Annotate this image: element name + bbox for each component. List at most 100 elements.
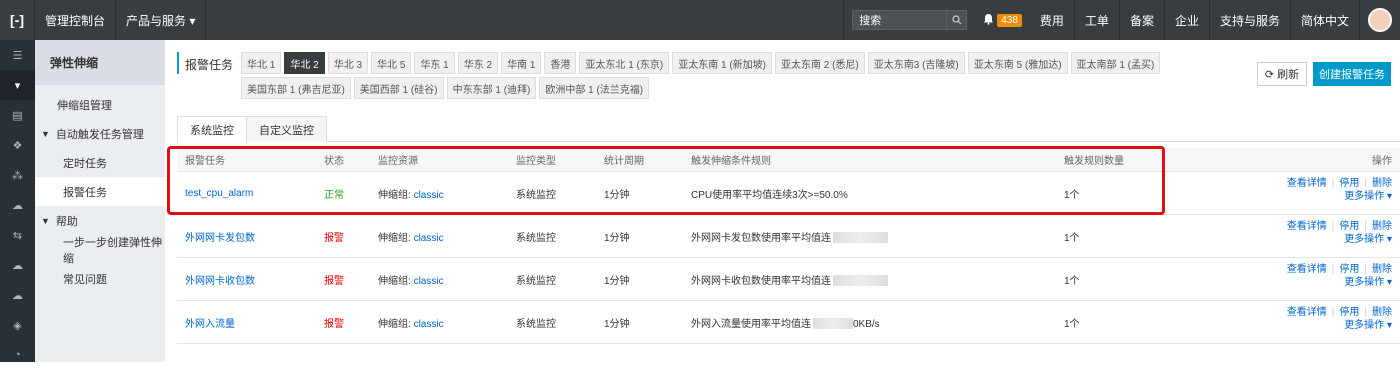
collapse-icon[interactable]: ▾	[0, 70, 35, 100]
stat-period: 1分钟	[604, 189, 630, 201]
avatar[interactable]	[1368, 8, 1392, 32]
region-tab[interactable]: 中东东部 1 (迪拜)	[446, 77, 537, 99]
sidebar-item-scaling-group[interactable]: 伸缩组管理	[35, 90, 165, 119]
cloud-outline-icon[interactable]: ☁	[0, 280, 35, 310]
column-header: 状态	[324, 156, 344, 167]
sidebar-item-scheduled-task[interactable]: 定时任务	[35, 148, 165, 177]
cdn-icon[interactable]: ◔	[0, 340, 35, 370]
disable-link[interactable]: 停用	[1339, 220, 1359, 233]
region-tab[interactable]: 美国东部 1 (弗吉尼亚)	[241, 77, 351, 99]
more-actions-dropdown[interactable]: 更多操作 ▾	[1344, 233, 1392, 246]
scaling-group-link[interactable]: classic	[414, 190, 444, 201]
column-header: 操作	[1372, 156, 1392, 167]
row-actions: 查看详情 | 停用 | 删除 更多操作 ▾	[1286, 220, 1392, 246]
alarm-task-name-link[interactable]: 外网入流量	[177, 315, 324, 330]
delete-link[interactable]: 删除	[1372, 306, 1392, 319]
region-tab[interactable]: 华南 1	[501, 52, 542, 74]
search-area: 搜索	[843, 0, 975, 40]
delete-link[interactable]: 删除	[1372, 177, 1392, 190]
region-list: 华北 1 华北 2 华北 3 华北 5 华东 1 华东 2 华南 1 香港 亚太…	[241, 52, 1201, 99]
bell-icon	[983, 13, 994, 28]
alarm-task-table: 报警任务 状态 监控资源 监控类型 统计周期 触发伸缩条件规则 触发规则数量 操…	[177, 148, 1400, 344]
refresh-button[interactable]: ⟳ 刷新	[1257, 62, 1307, 86]
view-detail-link[interactable]: 查看详情	[1287, 306, 1327, 319]
topbar-item-fee[interactable]: 费用	[1030, 0, 1075, 40]
scaling-group-link[interactable]: classic	[414, 319, 444, 330]
create-alarm-task-button[interactable]: 创建报警任务	[1313, 62, 1391, 86]
redacted-area	[813, 318, 853, 330]
region-tab[interactable]: 华北 3	[327, 52, 369, 74]
table-row: test_cpu_alarm 正常 伸缩组: classic 系统监控 1分钟 …	[177, 172, 1400, 215]
status-badge: 报警	[324, 275, 344, 287]
more-actions-dropdown[interactable]: 更多操作 ▾	[1344, 276, 1392, 289]
row-actions: 查看详情 | 停用 | 删除 更多操作 ▾	[1286, 306, 1392, 332]
region-tab[interactable]: 华东 1	[414, 52, 455, 74]
rule-count: 1个	[1064, 318, 1080, 330]
status-badge: 报警	[324, 232, 344, 244]
alarm-task-name-link[interactable]: 外网网卡收包数	[177, 272, 324, 287]
cloud-icon[interactable]: ☁	[0, 190, 35, 220]
region-tab[interactable]: 亚太东北 1 (东京)	[579, 52, 670, 74]
view-detail-link[interactable]: 查看详情	[1287, 177, 1327, 190]
region-tab-active[interactable]: 华北 2	[284, 52, 325, 74]
sidebar-group-auto-trigger[interactable]: ▼ 自动触发任务管理	[35, 119, 165, 148]
topbar-item-icp[interactable]: 备案	[1120, 0, 1165, 40]
scaling-group-link[interactable]: classic	[414, 276, 444, 287]
view-detail-link[interactable]: 查看详情	[1287, 263, 1327, 276]
alarm-task-name-link[interactable]: 外网网卡发包数	[177, 229, 324, 244]
topbar-item-enterprise[interactable]: 企业	[1165, 0, 1210, 40]
alarm-task-name-link[interactable]: test_cpu_alarm	[177, 188, 324, 199]
trigger-rule: 外网网卡发包数使用率平均值连	[691, 229, 1064, 244]
redacted-area	[833, 232, 888, 244]
disable-link[interactable]: 停用	[1339, 306, 1359, 319]
region-tab[interactable]: 亚太东南 2 (悉尼)	[774, 52, 865, 74]
sidebar-group-help[interactable]: ▼ 帮助	[35, 206, 165, 235]
search-icon[interactable]	[947, 10, 968, 30]
aliyun-logo-icon[interactable]: [-]	[0, 0, 35, 40]
region-tab[interactable]: 亚太东南 5 (雅加达)	[967, 52, 1068, 74]
search-input[interactable]: 搜索	[852, 10, 948, 30]
region-tab[interactable]: 亚太东南 1 (新加坡)	[672, 52, 772, 74]
language-selector[interactable]: 简体中文	[1291, 0, 1360, 40]
sidebar-item-step-by-step[interactable]: 一步一步创建弹性伸缩	[35, 235, 165, 265]
region-tab[interactable]: 欧洲中部 1 (法兰克福)	[539, 77, 650, 99]
disable-link[interactable]: 停用	[1339, 177, 1359, 190]
scaling-group-link[interactable]: classic	[414, 233, 444, 244]
monitor-resource: 伸缩组: classic	[378, 229, 516, 244]
stat-period: 1分钟	[604, 275, 630, 287]
column-header: 监控类型	[516, 156, 556, 167]
server-icon[interactable]: ▤	[0, 100, 35, 130]
delete-link[interactable]: 删除	[1372, 263, 1392, 276]
disable-link[interactable]: 停用	[1339, 263, 1359, 276]
region-tab[interactable]: 亚太东南3 (吉隆坡)	[867, 52, 965, 74]
more-actions-dropdown[interactable]: 更多操作 ▾	[1344, 319, 1392, 332]
transfer-icon[interactable]: ⇆	[0, 220, 35, 250]
sidebar-item-faq[interactable]: 常见问题	[35, 264, 165, 293]
region-tab[interactable]: 亚太南部 1 (孟买)	[1070, 52, 1161, 74]
sidebar-item-alarm-task[interactable]: 报警任务	[35, 177, 165, 206]
tab-custom-monitor[interactable]: 自定义监控	[246, 116, 327, 142]
topbar-item-support[interactable]: 支持与服务	[1210, 0, 1291, 40]
delete-link[interactable]: 删除	[1372, 220, 1392, 233]
notification-button[interactable]: 438	[975, 0, 1030, 40]
menu-toggle-icon[interactable]: ☰	[0, 40, 35, 70]
products-menu[interactable]: 产品与服务 ▾	[116, 0, 207, 40]
more-actions-dropdown[interactable]: 更多操作 ▾	[1344, 190, 1392, 203]
topbar-item-ticket[interactable]: 工单	[1075, 0, 1120, 40]
region-tab[interactable]: 华北 5	[371, 52, 412, 74]
console-link[interactable]: 管理控制台	[35, 0, 117, 40]
region-tab[interactable]: 华东 2	[457, 52, 499, 74]
region-tab[interactable]: 美国西部 1 (硅谷)	[353, 77, 444, 99]
rule-count: 1个	[1064, 275, 1080, 287]
region-tab[interactable]: 华北 1	[241, 52, 282, 74]
rule-count: 1个	[1064, 189, 1080, 201]
network-icon[interactable]: ⁂	[0, 160, 35, 190]
refresh-icon: ⟳	[1264, 68, 1275, 81]
tab-system-monitor[interactable]: 系统监控	[177, 116, 247, 143]
database-icon[interactable]: ◈	[0, 310, 35, 340]
view-detail-link[interactable]: 查看详情	[1287, 220, 1327, 233]
cluster-icon[interactable]: ❖	[0, 130, 35, 160]
region-tab[interactable]: 香港	[544, 52, 577, 74]
refresh-label: 刷新	[1277, 69, 1300, 81]
storage-icon[interactable]: ☁	[0, 250, 35, 280]
